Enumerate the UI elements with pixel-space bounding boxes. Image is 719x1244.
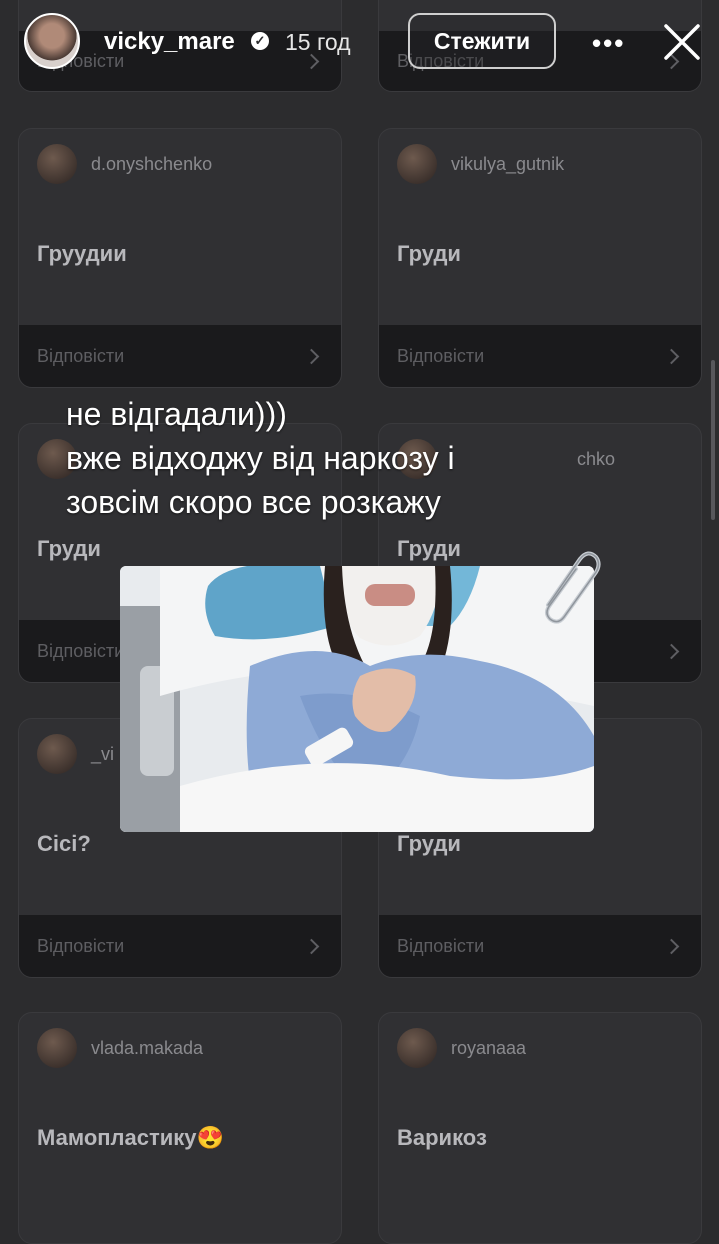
reply-label: Відповісти bbox=[397, 935, 485, 956]
chevron-right-icon bbox=[663, 348, 680, 364]
card-username: d.onyshchenko bbox=[91, 153, 213, 174]
card-username: vikulya_gutnik bbox=[451, 153, 565, 174]
chevron-right-icon bbox=[303, 938, 320, 954]
card-username: _vi bbox=[91, 743, 115, 764]
follow-button[interactable]: Стежити bbox=[408, 13, 556, 69]
card-username: royanaaa bbox=[451, 1037, 527, 1058]
story-caption: не відгадали))) вже відходжу від наркозу… bbox=[66, 392, 666, 524]
story-header: vicky_mare ✓ 15 год Стежити ••• bbox=[0, 0, 719, 86]
card-answer: Варикоз bbox=[397, 1125, 487, 1150]
reply-label: Відповісти bbox=[37, 345, 125, 366]
verified-badge-icon: ✓ bbox=[251, 32, 269, 50]
reply-card: vikulya_gutnik Груди Відповісти bbox=[378, 128, 702, 388]
reply-bar[interactable]: Відповісти bbox=[19, 915, 341, 977]
avatar bbox=[397, 144, 437, 184]
caption-line: вже відходжу від наркозу і bbox=[66, 440, 455, 476]
reply-card: royanaaa Варикоз bbox=[378, 1012, 702, 1244]
reply-bar[interactable]: Відповісти bbox=[19, 325, 341, 387]
avatar bbox=[37, 1028, 77, 1068]
reply-card: d.onyshchenko Груудии Відповісти bbox=[18, 128, 342, 388]
card-username: vlada.makada bbox=[91, 1037, 204, 1058]
avatar bbox=[397, 1028, 437, 1068]
more-horizontal-icon[interactable]: ••• bbox=[592, 28, 625, 59]
avatar bbox=[37, 734, 77, 774]
card-answer: Груди bbox=[397, 241, 461, 266]
reply-bar[interactable]: Відповісти bbox=[379, 915, 701, 977]
chevron-right-icon bbox=[663, 938, 680, 954]
reply-label: Відповісти bbox=[37, 640, 125, 661]
card-answer: Груудии bbox=[37, 241, 127, 266]
card-answer: Мамопластику😍 bbox=[37, 1125, 224, 1150]
reply-bar[interactable]: Відповісти bbox=[379, 325, 701, 387]
caption-line: не відгадали))) bbox=[66, 396, 287, 432]
close-icon[interactable] bbox=[662, 22, 702, 62]
scrollbar[interactable] bbox=[711, 360, 715, 520]
reply-label: Відповісти bbox=[397, 345, 485, 366]
paperclip-icon bbox=[545, 551, 601, 624]
story-timestamp: 15 год bbox=[285, 29, 351, 55]
reply-label: Відповісти bbox=[37, 935, 125, 956]
caption-line: зовсім скоро все розкажу bbox=[66, 484, 441, 520]
chevron-right-icon bbox=[303, 348, 320, 364]
avatar bbox=[37, 144, 77, 184]
reply-card: vlada.makada Мамопластику😍 bbox=[18, 1012, 342, 1244]
profile-avatar[interactable] bbox=[24, 13, 80, 69]
story-photo bbox=[120, 566, 594, 832]
chevron-right-icon bbox=[663, 643, 680, 659]
story-username[interactable]: vicky_mare bbox=[104, 28, 235, 56]
